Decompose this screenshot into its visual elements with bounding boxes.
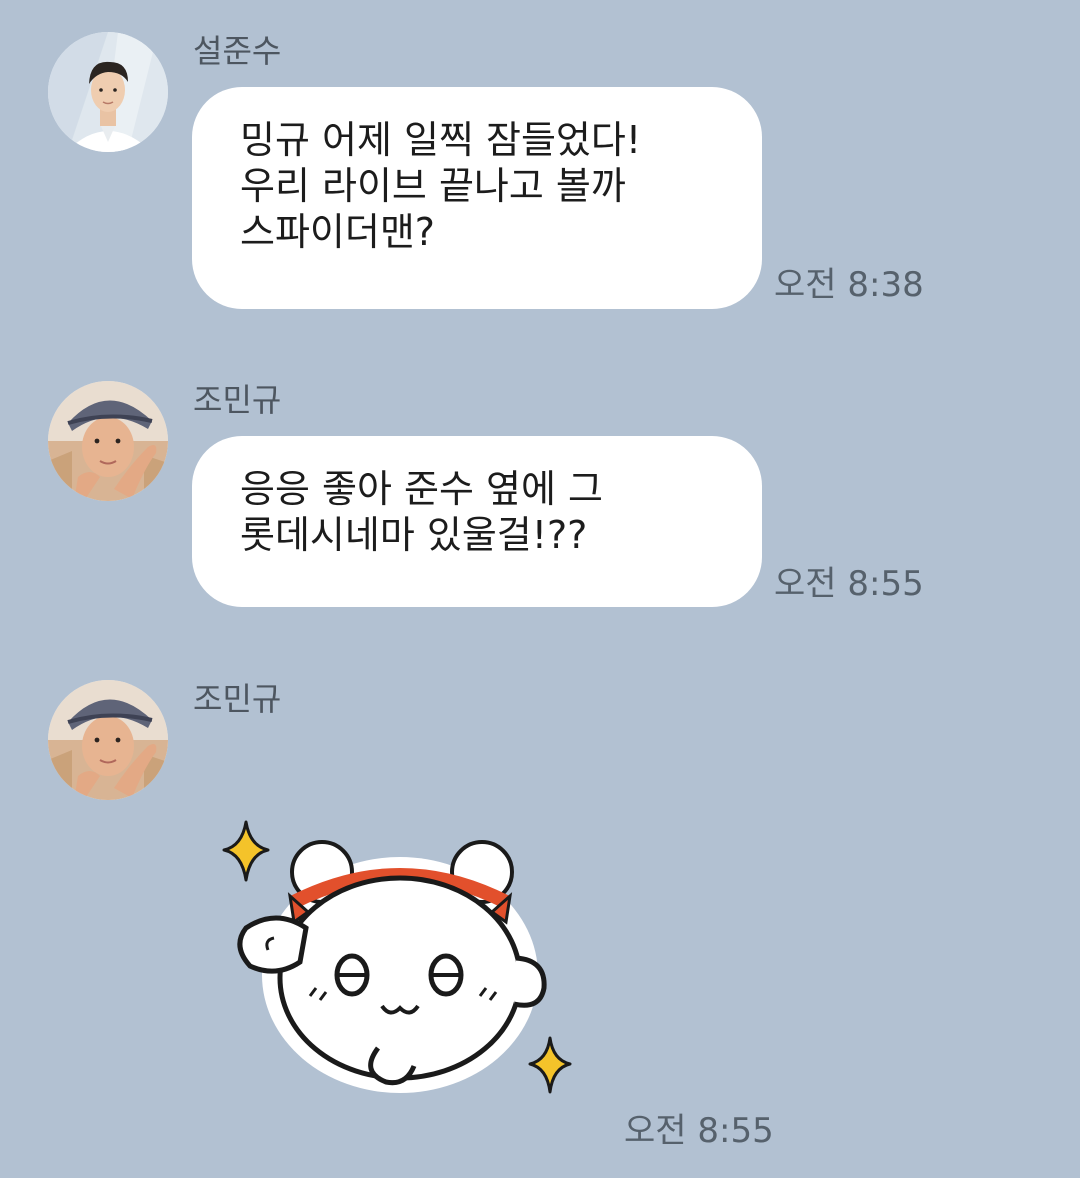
- avatar-seol-junsu[interactable]: [48, 32, 168, 152]
- bear-sticker[interactable]: [210, 810, 580, 1110]
- profile-photo-icon: [48, 32, 168, 152]
- profile-photo-icon: [48, 680, 168, 800]
- message-time: 오전 8:38: [774, 265, 924, 305]
- sender-name: 설준수: [193, 32, 282, 70]
- sparkle-icon: [222, 820, 270, 882]
- message-time: 오전 8:55: [774, 564, 924, 604]
- message-bubble[interactable]: 밍규 어제 일찍 잠들었다! 우리 라이브 끝나고 볼까 스파이더맨?: [192, 87, 762, 309]
- sparkle-icon: [528, 1036, 572, 1094]
- sender-name: 조민규: [193, 680, 282, 718]
- avatar-jo-mingyu[interactable]: [48, 680, 168, 800]
- sender-name: 조민규: [193, 381, 282, 419]
- avatar-jo-mingyu[interactable]: [48, 381, 168, 501]
- message-bubble[interactable]: 응응 좋아 준수 옆에 그 롯데시네마 있울걸!??: [192, 436, 762, 607]
- profile-photo-icon: [48, 381, 168, 501]
- message-time: 오전 8:55: [624, 1111, 774, 1151]
